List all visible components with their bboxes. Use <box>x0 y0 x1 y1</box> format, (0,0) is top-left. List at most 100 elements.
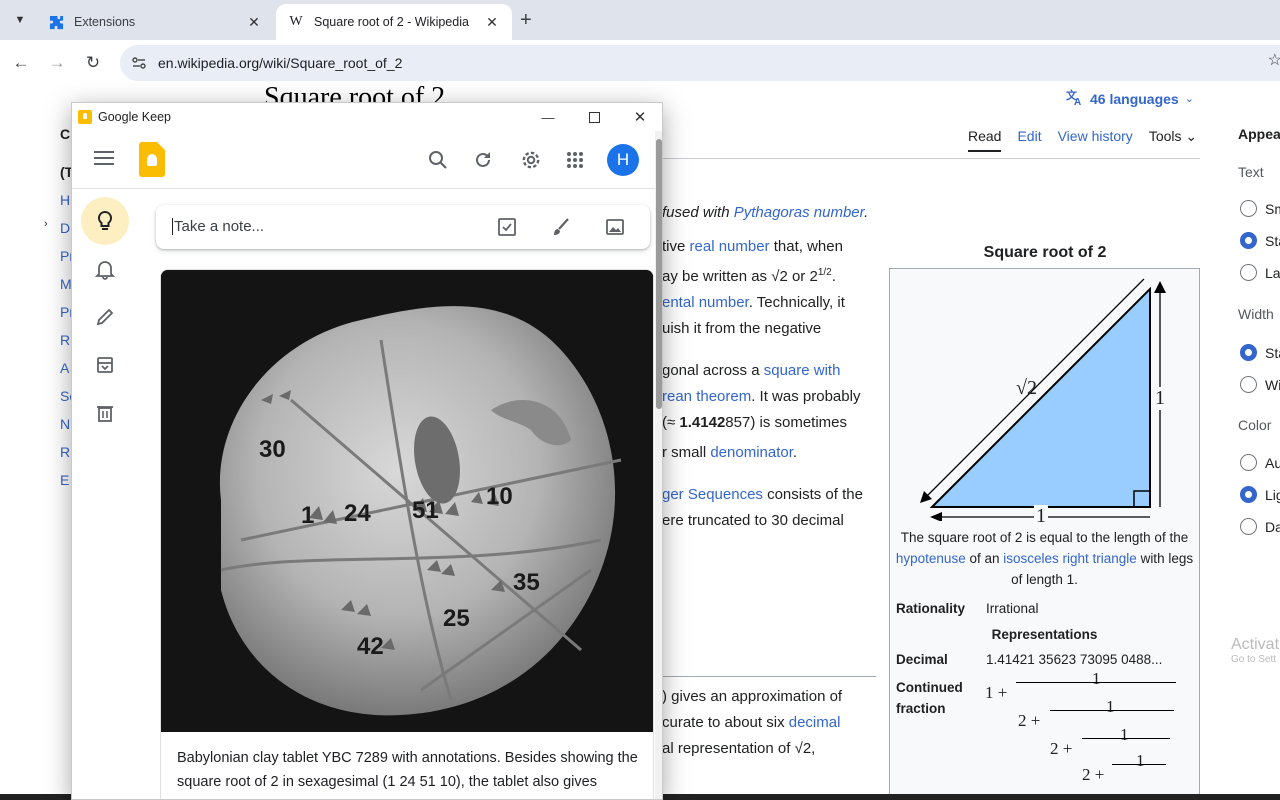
new-tab-button[interactable]: + <box>520 10 532 30</box>
forward-arrow-icon[interactable]: → <box>46 52 68 74</box>
cf-term: 2 + <box>1018 711 1041 730</box>
toc-item[interactable]: H <box>60 192 70 208</box>
tab-title: Extensions <box>74 15 136 29</box>
tablet-number: 1 <box>301 502 314 529</box>
body-text: ere truncated to 30 decimal <box>662 512 844 529</box>
body-link[interactable]: ger Sequences <box>662 486 763 503</box>
scrollbar[interactable] <box>655 131 662 799</box>
edit-labels-pencil-icon[interactable] <box>81 293 129 341</box>
radio-text-small[interactable]: Sm <box>1240 200 1280 217</box>
account-avatar[interactable]: H <box>607 144 639 176</box>
main-menu-icon[interactable] <box>94 151 114 169</box>
body-link[interactable]: Pythagoras number <box>734 204 864 221</box>
hypotenuse-label: √2 <box>1016 377 1037 399</box>
radio-color-light[interactable]: Lig <box>1240 486 1280 503</box>
body-link[interactable]: denominator <box>710 444 793 461</box>
body-text: uish it from the negative <box>662 320 822 337</box>
refresh-icon[interactable] <box>471 148 495 172</box>
address-bar[interactable]: en.wikipedia.org/wiki/Square_root_of_2 <box>120 45 1280 81</box>
reload-icon[interactable]: ↻ <box>82 52 104 74</box>
tab-wikipedia[interactable]: W Square root of 2 - Wikipedia ✕ <box>276 4 512 40</box>
take-a-note-input[interactable]: Take a note... <box>156 205 650 249</box>
reminders-bell-icon[interactable] <box>81 245 129 293</box>
radio-icon <box>1240 518 1257 535</box>
base-label: 1 <box>1034 505 1048 528</box>
hypotenuse-link[interactable]: hypotenuse <box>896 551 966 566</box>
toc-item[interactable]: D <box>60 220 70 236</box>
body-text: (≈ <box>662 414 680 431</box>
body-link[interactable]: rean theorem <box>662 388 751 405</box>
archive-icon[interactable] <box>81 341 129 389</box>
toc-item[interactable]: N <box>60 416 70 432</box>
body-link[interactable]: ental number <box>662 294 749 311</box>
radio-text-standard[interactable]: Sta <box>1240 232 1280 249</box>
radio-icon <box>1240 376 1257 393</box>
row-label: Rationality <box>896 601 966 616</box>
bookmark-star-icon[interactable]: ☆ <box>1268 50 1280 70</box>
radio-color-dark[interactable]: Da <box>1240 518 1280 535</box>
languages-button[interactable]: 文A 46 languages ⌄ <box>1066 88 1194 109</box>
radio-label: Lar <box>1265 264 1280 281</box>
radio-width-wide[interactable]: Wi <box>1240 376 1280 393</box>
toc-item[interactable]: R <box>60 332 70 348</box>
trash-icon[interactable] <box>81 389 129 437</box>
cf-term: 1 <box>1120 725 1129 744</box>
body-line: curate to about six decimal <box>662 710 884 736</box>
toc-item[interactable]: A <box>60 360 69 376</box>
toc-item[interactable]: E <box>60 472 69 488</box>
body-line: al representation of √2, <box>662 736 884 762</box>
cf-term: 1 + <box>985 683 1008 702</box>
body-link[interactable]: real number <box>690 238 770 255</box>
tab-edit[interactable]: Edit <box>1017 128 1041 152</box>
tab-read[interactable]: Read <box>968 128 1002 152</box>
settings-gear-icon[interactable] <box>519 148 543 172</box>
radio-width-standard[interactable]: Sta <box>1240 344 1280 361</box>
minimize-icon[interactable]: — <box>538 107 558 127</box>
new-drawing-brush-icon[interactable] <box>550 216 572 238</box>
new-image-icon[interactable] <box>604 216 626 238</box>
toc-item[interactable]: M <box>60 276 72 292</box>
body-link[interactable]: square with <box>764 362 841 379</box>
rationality-row: Rationality Irrational <box>896 601 1039 616</box>
tab-extensions[interactable]: Extensions ✕ <box>36 4 274 40</box>
tab-title: Square root of 2 - Wikipedia <box>314 15 469 29</box>
radio-label: Sta <box>1265 344 1280 361</box>
note-card[interactable]: 30 1 24 51 10 35 25 42 Babylonian clay t… <box>160 269 654 799</box>
body-text: . <box>864 204 869 221</box>
hatnote: fused with Pythagoras number. <box>662 200 884 226</box>
section-representations: Representations <box>991 627 1098 642</box>
body-text: that, when <box>769 238 843 255</box>
new-list-checkbox-icon[interactable] <box>496 216 518 238</box>
close-tab-icon[interactable]: ✕ <box>246 14 262 30</box>
keep-logo[interactable] <box>139 142 165 177</box>
close-tab-icon[interactable]: ✕ <box>484 14 500 30</box>
body-link[interactable]: decimal <box>789 714 841 731</box>
search-icon[interactable] <box>426 148 450 172</box>
expand-caret-icon[interactable]: › <box>44 218 48 230</box>
tab-view-history[interactable]: View history <box>1058 128 1133 152</box>
translate-icon: 文A <box>1066 88 1084 109</box>
body-line: gonal across a square with <box>662 358 884 384</box>
notes-bulb-icon[interactable] <box>81 197 129 245</box>
toc-item[interactable]: R <box>60 444 70 460</box>
body-line: (≈ 1.4142857) is sometimes <box>662 410 884 436</box>
body-line: ental number. Technically, it <box>662 290 884 316</box>
apps-grid-icon[interactable] <box>563 148 587 172</box>
scrollbar-thumb[interactable] <box>656 139 662 409</box>
back-arrow-icon[interactable]: ← <box>10 52 32 74</box>
body-text: . <box>831 268 836 285</box>
tools-menu[interactable]: Tools ⌄ <box>1149 128 1197 152</box>
site-settings-icon[interactable] <box>130 54 148 72</box>
body-text: . Technically, it <box>748 294 845 311</box>
close-icon[interactable]: ✕ <box>630 107 650 127</box>
maximize-icon[interactable] <box>584 107 604 127</box>
radio-color-auto[interactable]: Au <box>1240 454 1280 471</box>
divider <box>662 158 1200 159</box>
tab-search-button[interactable]: ▼ <box>8 8 32 32</box>
isosceles-link[interactable]: isosceles right triangle <box>1003 551 1137 566</box>
radio-text-large[interactable]: Lar <box>1240 264 1280 281</box>
body-line: ger Sequences consists of the <box>662 482 884 508</box>
infobox: √2 1 1 The square root of 2 is equal to … <box>889 268 1200 800</box>
clay-tablet-drawing: 30 1 24 51 10 35 25 42 <box>161 270 653 732</box>
window-titlebar[interactable]: Google Keep — ✕ <box>72 103 662 131</box>
